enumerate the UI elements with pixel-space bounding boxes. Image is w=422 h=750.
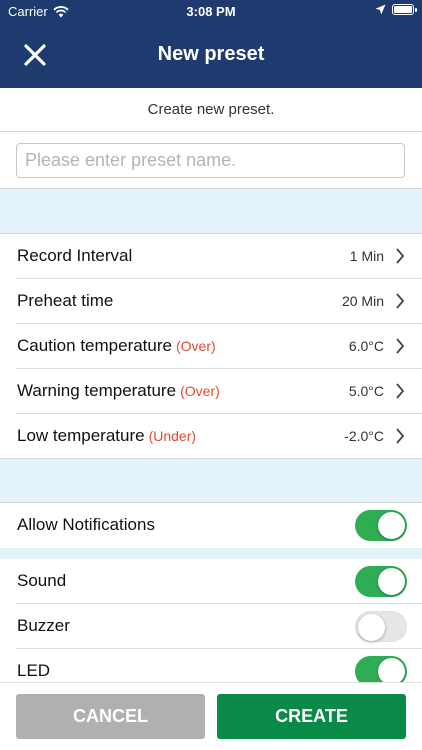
allow-notifications-row: Allow Notifications — [0, 503, 422, 548]
setting-label: Warning temperature (Over) — [17, 381, 220, 401]
status-right — [375, 4, 417, 15]
setting-row-record-interval[interactable]: Record Interval 1 Min — [0, 234, 422, 279]
setting-value: 5.0°C — [348, 383, 384, 399]
toggle-knob — [358, 614, 385, 641]
buzzer-label: Buzzer — [17, 616, 70, 635]
setting-value: 20 Min — [341, 293, 384, 309]
allow-notifications-label: Allow Notifications — [17, 515, 155, 534]
setting-row-low-temperature[interactable]: Low temperature (Under) -2.0°C — [0, 414, 422, 459]
sound-row: Sound — [0, 559, 422, 604]
chevron-right-icon — [396, 428, 405, 444]
toggle-knob — [378, 568, 405, 595]
setting-label-text: Record Interval — [17, 246, 133, 265]
preset-name-section — [0, 133, 422, 188]
toggle-knob — [378, 512, 405, 539]
create-button[interactable]: CREATE — [217, 694, 406, 739]
setting-row-preheat-time[interactable]: Preheat time 20 Min — [0, 279, 422, 324]
setting-value: -2.0°C — [344, 428, 384, 444]
section-spacer — [0, 458, 422, 503]
setting-label-text: Warning temperature — [17, 381, 177, 400]
preset-name-input[interactable] — [16, 143, 405, 178]
bottom-action-bar: CANCEL CREATE — [0, 682, 422, 750]
chevron-right-icon — [396, 383, 405, 399]
status-time: 3:08 PM — [186, 4, 236, 19]
setting-label: Low temperature (Under) — [17, 426, 196, 446]
setting-qualifier: (Over) — [180, 383, 220, 399]
cancel-button[interactable]: CANCEL — [16, 694, 205, 739]
led-label: LED — [17, 661, 51, 680]
setting-label: Caution temperature (Over) — [17, 336, 216, 356]
allow-notifications-toggle[interactable] — [355, 510, 407, 541]
header-bar: Carrier 3:08 PM New preset — [0, 0, 422, 88]
setting-value: 1 Min — [349, 248, 384, 264]
setting-qualifier: (Over) — [175, 338, 216, 354]
page-title: New preset — [157, 43, 265, 65]
toggle-knob — [378, 658, 405, 685]
setting-label: Record Interval — [17, 246, 132, 266]
setting-row-caution-temperature[interactable]: Caution temperature (Over) 6.0°C — [0, 324, 422, 369]
setting-label-text: Preheat time — [17, 291, 114, 310]
page-subtitle: Create new preset. — [0, 88, 422, 132]
sound-label: Sound — [17, 571, 67, 590]
chevron-right-icon — [396, 293, 405, 309]
section-spacer — [0, 188, 422, 234]
setting-value: 6.0°C — [348, 338, 384, 354]
buzzer-row: Buzzer — [0, 604, 422, 649]
chevron-right-icon — [396, 338, 405, 354]
setting-label-text: Caution temperature — [17, 336, 172, 355]
setting-qualifier: (Under) — [148, 428, 197, 444]
setting-label-text: Low temperature — [17, 426, 145, 445]
location-arrow-icon — [375, 4, 386, 15]
chevron-right-icon — [396, 248, 405, 264]
buzzer-toggle[interactable] — [355, 611, 407, 642]
sound-toggle[interactable] — [355, 566, 407, 597]
section-spacer-thin — [0, 548, 422, 559]
battery-icon — [392, 4, 417, 15]
setting-label: Preheat time — [17, 291, 113, 311]
setting-row-warning-temperature[interactable]: Warning temperature (Over) 5.0°C — [0, 369, 422, 414]
status-bar: Carrier 3:08 PM — [0, 0, 422, 22]
